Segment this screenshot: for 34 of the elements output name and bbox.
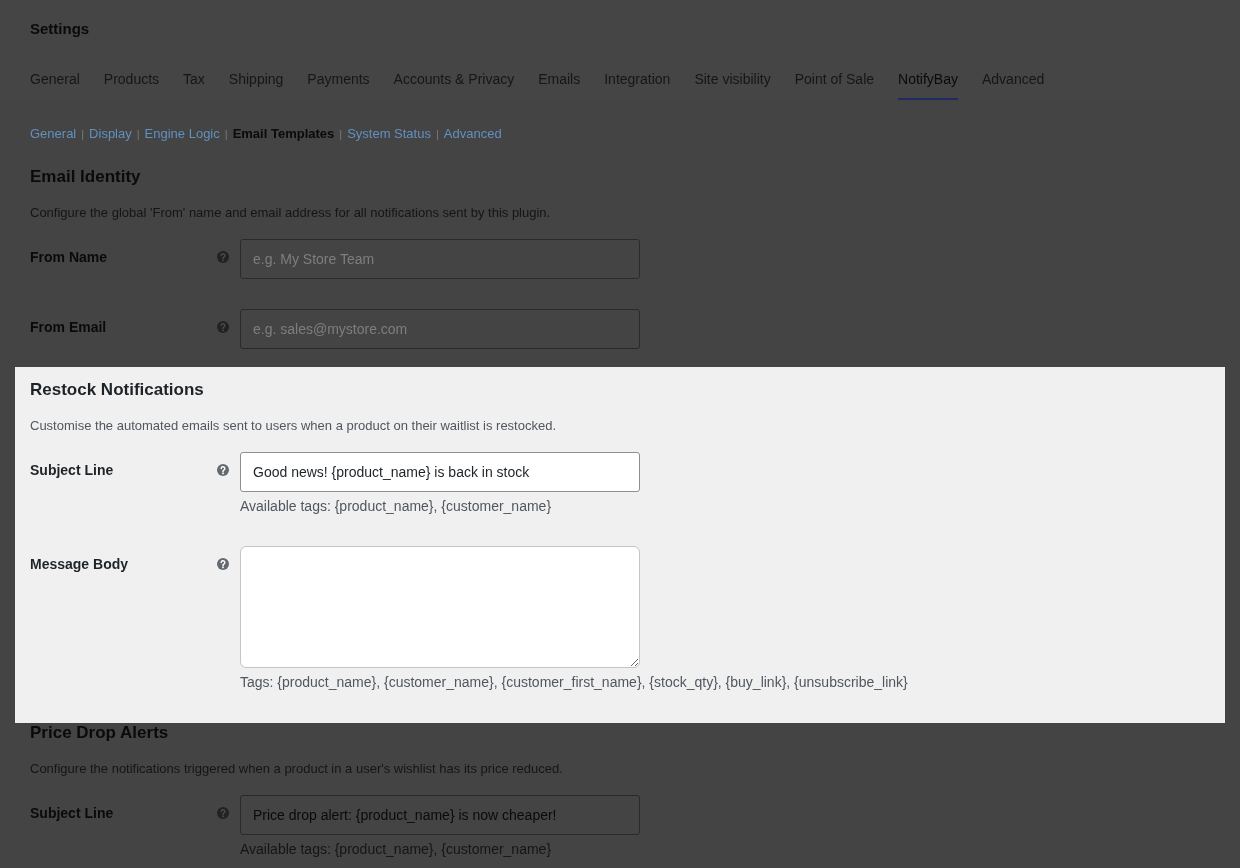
section-heading: Price Drop Alerts <box>30 722 170 744</box>
help-icon <box>217 807 229 819</box>
subsection-link[interactable]: Advanced <box>443 126 502 141</box>
text-input[interactable]: Good news! {product_name} is back in stock <box>240 452 640 492</box>
help-icon <box>217 251 229 263</box>
help-icon <box>217 558 229 570</box>
nav-separator: | <box>81 128 85 140</box>
field-label: Subject Line <box>30 461 115 479</box>
field-label: Subject Line <box>30 804 115 822</box>
help-icon <box>217 321 229 333</box>
help-icon <box>217 464 229 476</box>
page-title: Settings <box>30 19 91 39</box>
text-input[interactable]: e.g. sales@mystore.com <box>240 309 640 349</box>
section-description: Customise the automated emails sent to users when a product on their waitlist is restocked. <box>30 417 558 435</box>
text-input[interactable]: e.g. My Store Team <box>240 239 640 279</box>
field-label: Message Body <box>30 555 130 573</box>
field-label: From Email <box>30 318 108 336</box>
subsection-link[interactable]: General <box>30 126 77 141</box>
message-textarea[interactable] <box>240 546 640 668</box>
nav-separator: | <box>435 128 439 140</box>
section-heading: Email Identity <box>30 166 142 188</box>
subsection-link[interactable]: Email Templates <box>232 126 335 141</box>
field-hint: Tags: {product_name}, {customer_name}, {customer_first_name}, {stock_qty}, {buy_link}, {unsubscribe_link} <box>240 673 908 692</box>
field-label: From Name <box>30 248 109 266</box>
text-input[interactable]: Price drop alert: {product_name} is now cheaper! <box>240 795 640 835</box>
settings-tab[interactable]: NotifyBay <box>898 58 958 100</box>
field-hint: Available tags: {product_name}, {customer_name} <box>240 497 553 516</box>
nav-separator: | <box>224 128 228 140</box>
section-heading: Restock Notifications <box>30 379 205 401</box>
subsection-link[interactable]: Engine Logic <box>144 126 220 141</box>
subsection-link[interactable]: System Status <box>347 126 431 141</box>
nav-separator: | <box>339 128 343 140</box>
nav-separator: | <box>136 128 140 140</box>
subsection-link[interactable]: Display <box>89 126 132 141</box>
